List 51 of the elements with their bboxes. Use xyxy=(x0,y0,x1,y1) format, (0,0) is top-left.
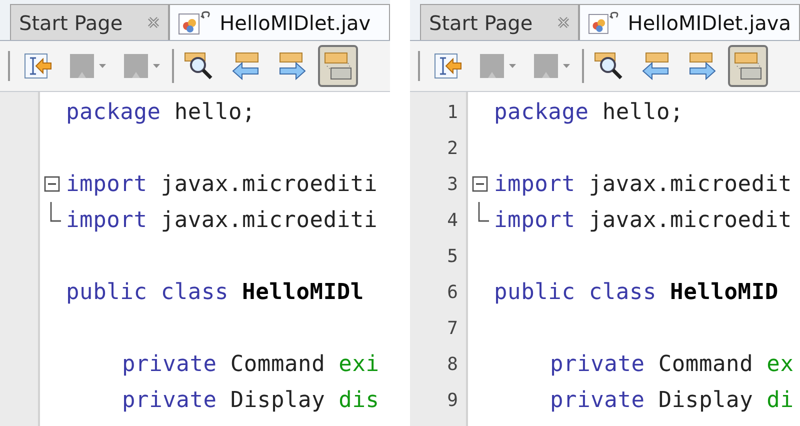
editor-tab[interactable]: HelloMIDlet.java xyxy=(578,4,800,40)
collapse-icon[interactable] xyxy=(44,176,60,192)
tab-label: HelloMIDlet.java xyxy=(628,10,791,34)
field-name-text: ex xyxy=(766,352,794,376)
keyword-text: import xyxy=(66,172,148,196)
editor-tab[interactable]: Start Page xyxy=(10,4,169,40)
keyword-text: import xyxy=(494,208,576,232)
line-number: 2 xyxy=(447,138,458,158)
line-number: 4 xyxy=(447,210,458,230)
line-number: 8 xyxy=(447,354,458,374)
keyword-text: public class xyxy=(494,280,657,304)
code-text: hello; xyxy=(602,100,684,124)
field-name-text: dis xyxy=(338,388,380,412)
code-text: hello; xyxy=(174,100,256,124)
keyword-text: import xyxy=(66,208,148,232)
keyword-text: import xyxy=(494,172,576,196)
code-text: Command xyxy=(230,352,326,376)
keyword-text: public class xyxy=(66,280,229,304)
code-text: Display xyxy=(658,388,754,412)
line-number: 9 xyxy=(447,390,458,410)
line-number: 5 xyxy=(447,246,458,266)
tab-label: HelloMIDlet.jav xyxy=(220,10,371,34)
code-text: javax.microediti xyxy=(160,172,378,196)
keyword-text: private xyxy=(122,388,217,412)
class-name-text: HelloMIDl xyxy=(242,280,364,304)
close-icon[interactable] xyxy=(146,16,160,29)
keyword-text: private xyxy=(550,388,645,412)
code-text: Display xyxy=(230,388,326,412)
code-text: javax.microedit xyxy=(588,172,792,196)
line-number: 7 xyxy=(447,318,458,338)
code-text: javax.microedit xyxy=(588,208,792,232)
close-icon[interactable] xyxy=(556,16,570,29)
line-number: 3 xyxy=(447,174,458,194)
keyword-text: private xyxy=(122,352,217,376)
tab-label: Start Page xyxy=(19,10,123,34)
code-text: Command xyxy=(658,352,754,376)
keyword-text: package xyxy=(66,100,161,124)
keyword-text: private xyxy=(550,352,645,376)
field-name-text: exi xyxy=(338,352,380,376)
code-text: javax.microediti xyxy=(160,208,378,232)
collapse-icon[interactable] xyxy=(472,176,488,192)
toggle-button[interactable] xyxy=(318,45,358,87)
toggle-button[interactable] xyxy=(728,45,768,87)
field-name-text: di xyxy=(766,388,794,412)
line-number: 1 xyxy=(447,102,458,122)
tab-label: Start Page xyxy=(429,10,533,34)
keyword-text: package xyxy=(494,100,589,124)
class-name-text: HelloMID xyxy=(670,280,778,304)
editor-tab[interactable]: Start Page xyxy=(420,4,579,40)
editor-tab[interactable]: HelloMIDlet.jav xyxy=(168,4,390,40)
line-number: 6 xyxy=(447,282,458,302)
